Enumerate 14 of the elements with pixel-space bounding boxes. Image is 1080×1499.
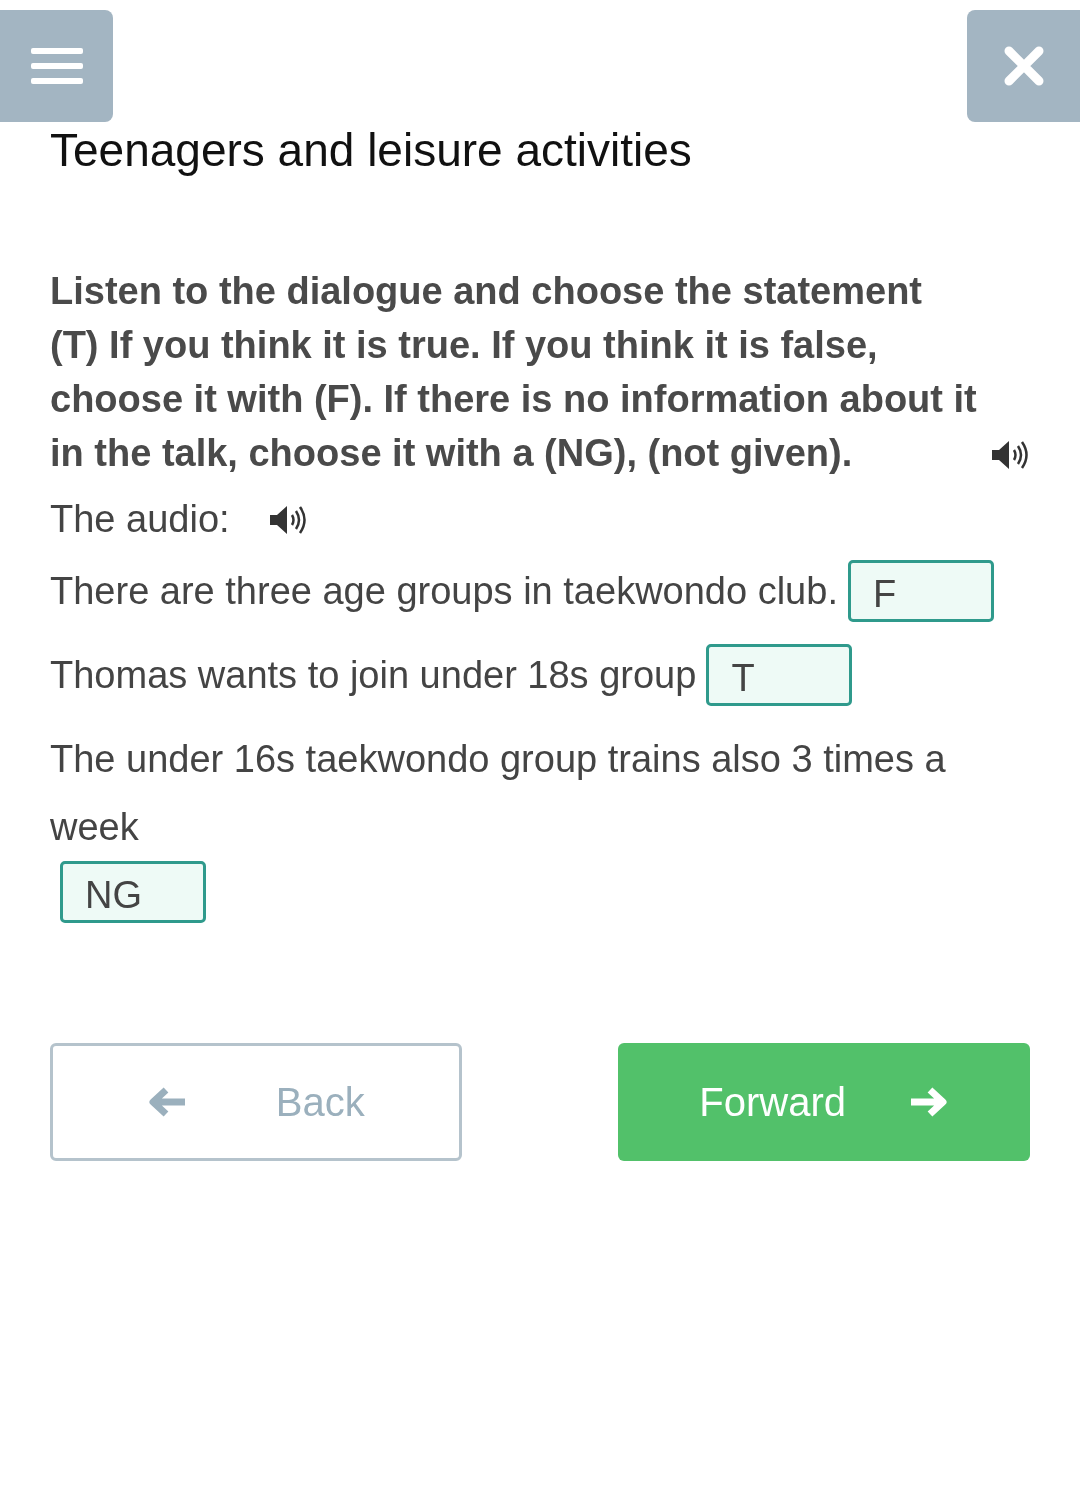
page-title: Teenagers and leisure activities (50, 123, 693, 178)
right-arrow-icon (908, 1085, 949, 1119)
speaker-icon[interactable] (990, 438, 1030, 472)
statement-text: There are three age groups in taekwondo club. (50, 569, 838, 614)
statement-text: The under 16s taekwondo group trains also 3 times a week (50, 737, 947, 850)
left-arrow-icon (147, 1085, 188, 1119)
answer-field[interactable]: T (706, 644, 853, 706)
audio-label: The audio: (50, 498, 230, 541)
answer-field[interactable]: F (847, 560, 994, 622)
answer-field[interactable]: NG (60, 861, 206, 923)
statement-text: Thomas wants to join under 18s group (50, 653, 697, 698)
menu-icon (30, 46, 83, 86)
instruction-text: Listen to the dialogue and choose the statement (T) If you think it is true. If you think it is false, choose it with (F). If there is no information about it in the talk, choose it with a (NG), (not given). (50, 269, 978, 476)
close-icon (1003, 46, 1044, 86)
